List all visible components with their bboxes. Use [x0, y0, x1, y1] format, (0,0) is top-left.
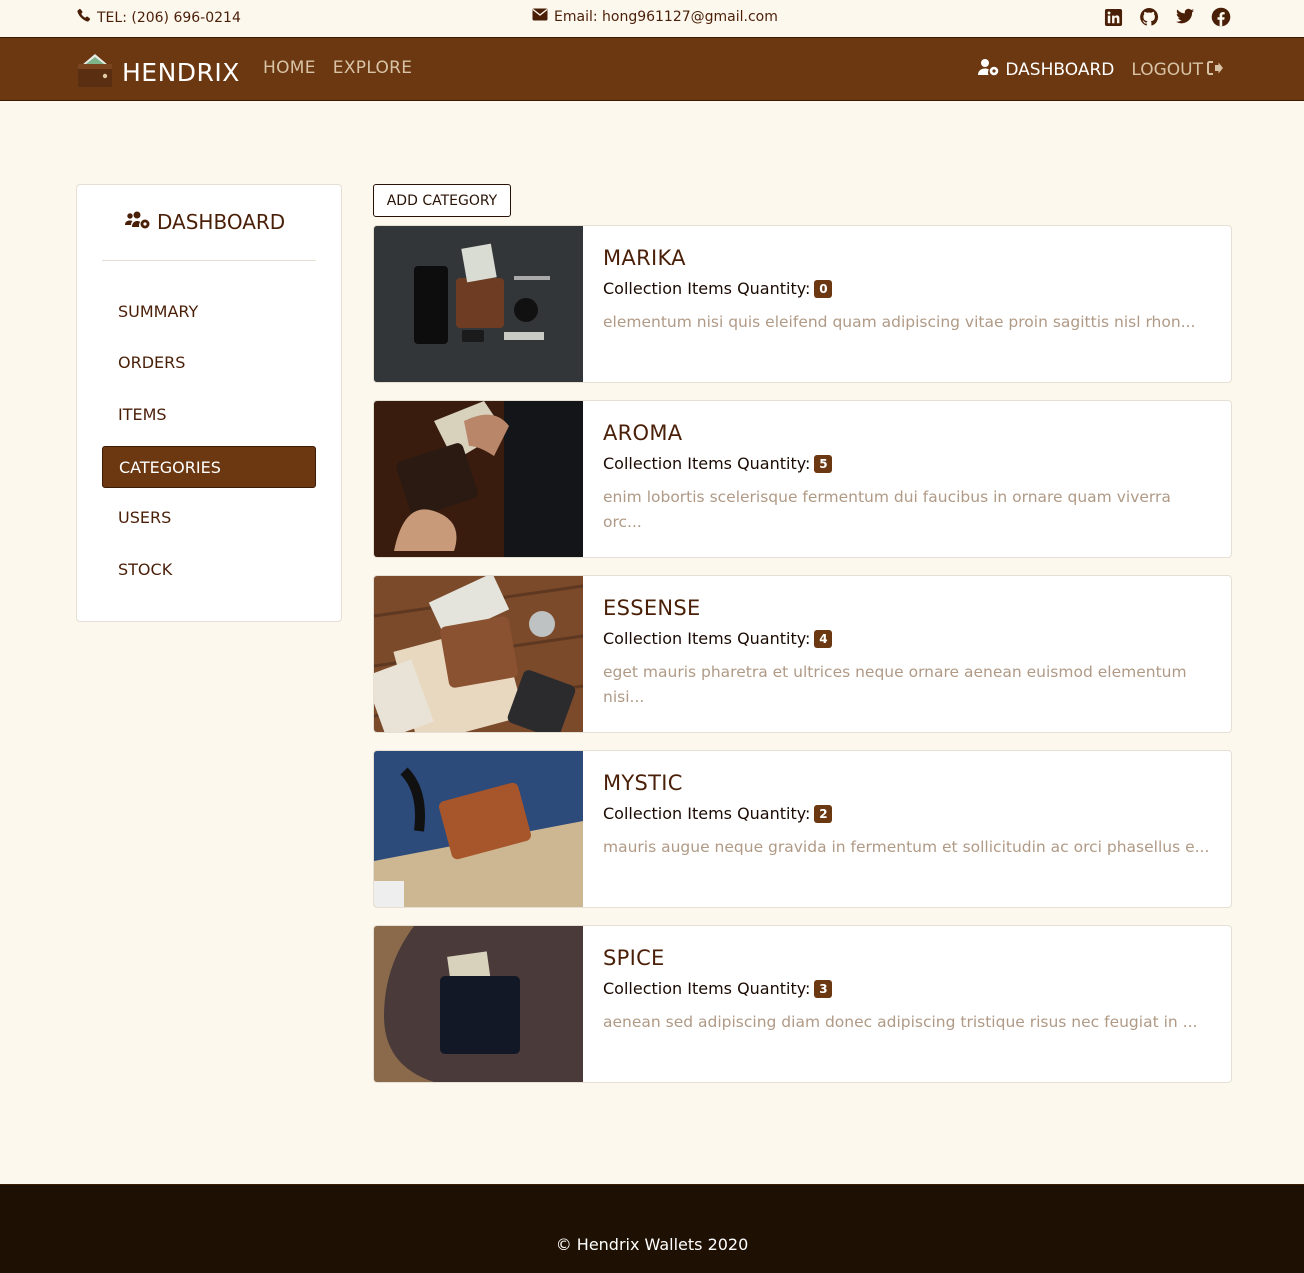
envelope-icon	[532, 8, 548, 25]
category-description: aenean sed adipiscing diam donec adipisc…	[603, 1013, 1198, 1031]
sidebar-item-items[interactable]: ITEMS	[102, 393, 316, 435]
category-quantity-row: Collection Items Quantity: 2	[603, 804, 833, 823]
category-description: elementum nisi quis eleifend quam adipis…	[603, 313, 1196, 331]
linkedin-icon[interactable]	[1102, 6, 1124, 28]
nav-logout-link[interactable]: LOGOUT	[1131, 60, 1224, 80]
social-links	[1102, 6, 1232, 28]
category-card[interactable]: AROMA Collection Items Quantity: 5 enim …	[373, 400, 1232, 558]
phone-contact: TEL: (206) 696-0214	[76, 8, 241, 27]
category-image	[374, 576, 583, 732]
quantity-badge: 5	[814, 454, 833, 473]
email-address: Email: hong961127@gmail.com	[554, 8, 778, 25]
phone-number: TEL: (206) 696-0214	[97, 9, 241, 26]
account-nav: DASHBOARD LOGOUT	[978, 58, 1224, 81]
facebook-icon[interactable]	[1210, 6, 1232, 28]
users-cog-icon	[125, 210, 151, 234]
sidebar-item-summary[interactable]: SUMMARY	[102, 290, 316, 332]
quantity-badge: 2	[814, 804, 833, 823]
sidebar-item-stock[interactable]: STOCK	[102, 548, 316, 590]
category-image	[374, 401, 583, 557]
category-description: enim lobortis scelerisque fermentum dui …	[603, 488, 1171, 531]
sidebar-item-users[interactable]: USERS	[102, 496, 316, 538]
category-card[interactable]: SPICE Collection Items Quantity: 3 aenea…	[373, 925, 1232, 1083]
nav-link-explore[interactable]: EXPLORE	[333, 58, 413, 78]
dashboard-sidebar: DASHBOARD SUMMARY ORDERS ITEMS CATEGORIE…	[76, 184, 342, 622]
sidebar-item-orders[interactable]: ORDERS	[102, 341, 316, 383]
primary-nav: HOME EXPLORE	[263, 58, 412, 78]
category-description: eget mauris pharetra et ultrices neque o…	[603, 663, 1187, 706]
category-name: AROMA	[603, 421, 683, 445]
category-image	[374, 926, 583, 1082]
quantity-badge: 4	[814, 629, 833, 648]
email-contact: Email: hong961127@gmail.com	[532, 8, 778, 25]
category-description: mauris augue neque gravida in fermentum …	[603, 838, 1210, 856]
category-card[interactable]: ESSENSE Collection Items Quantity: 4 ege…	[373, 575, 1232, 733]
sidebar-title: DASHBOARD	[125, 210, 285, 234]
quantity-label: Collection Items Quantity:	[603, 279, 811, 298]
quantity-label: Collection Items Quantity:	[603, 804, 811, 823]
top-contact-bar: TEL: (206) 696-0214 Email: hong961127@gm…	[0, 0, 1304, 37]
category-quantity-row: Collection Items Quantity: 3	[603, 979, 833, 998]
phone-icon	[76, 8, 91, 27]
sign-out-icon	[1207, 60, 1224, 80]
sidebar-divider	[102, 260, 316, 261]
category-card[interactable]: MYSTIC Collection Items Quantity: 2 maur…	[373, 750, 1232, 908]
quantity-label: Collection Items Quantity:	[603, 629, 811, 648]
category-quantity-row: Collection Items Quantity: 5	[603, 454, 833, 473]
nav-dashboard-label: DASHBOARD	[1005, 59, 1115, 80]
user-cog-icon	[978, 58, 1000, 81]
category-name: ESSENSE	[603, 596, 701, 620]
footer-copyright: © Hendrix Wallets 2020	[555, 1235, 749, 1254]
wallet-logo-icon	[76, 51, 114, 93]
category-name: MARIKA	[603, 246, 686, 270]
sidebar-title-label: DASHBOARD	[157, 210, 286, 234]
category-card[interactable]: MARIKA Collection Items Quantity: 0 elem…	[373, 225, 1232, 383]
quantity-label: Collection Items Quantity:	[603, 979, 811, 998]
category-name: MYSTIC	[603, 771, 683, 795]
github-icon[interactable]	[1138, 6, 1160, 28]
category-quantity-row: Collection Items Quantity: 0	[603, 279, 833, 298]
brand-logo-link[interactable]: HENDRIX	[76, 51, 240, 93]
nav-link-home[interactable]: HOME	[263, 58, 316, 78]
main-navbar: HENDRIX HOME EXPLORE DASHBOARD LOGOUT	[0, 37, 1304, 101]
quantity-label: Collection Items Quantity:	[603, 454, 811, 473]
twitter-icon[interactable]	[1174, 6, 1196, 28]
category-name: SPICE	[603, 946, 665, 970]
quantity-badge: 3	[814, 979, 833, 998]
nav-logout-label: LOGOUT	[1131, 59, 1203, 80]
add-category-button[interactable]: ADD CATEGORY	[373, 184, 511, 217]
quantity-badge: 0	[814, 279, 833, 298]
brand-name: HENDRIX	[122, 57, 240, 87]
sidebar-item-categories[interactable]: CATEGORIES	[102, 446, 316, 488]
page-footer: © Hendrix Wallets 2020	[0, 1184, 1304, 1273]
category-quantity-row: Collection Items Quantity: 4	[603, 629, 833, 648]
category-image	[374, 226, 583, 382]
category-image	[374, 751, 583, 907]
nav-dashboard-link[interactable]: DASHBOARD	[978, 58, 1114, 81]
